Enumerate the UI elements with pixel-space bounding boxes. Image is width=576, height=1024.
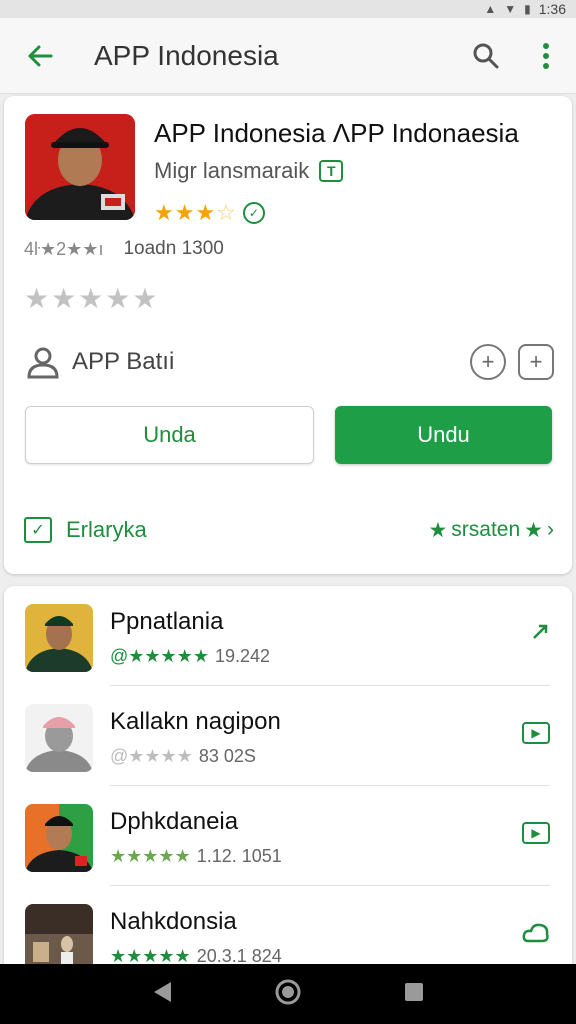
check-icon[interactable] [530,622,550,648]
install-button[interactable]: Undu [335,406,552,464]
cloud-icon[interactable] [522,922,550,950]
list-item-count: 1.12. 1051 [196,846,282,866]
battery-icon: ▮ [524,2,531,16]
eco-icon: ✓ [242,202,265,224]
developer-line: Migr lansmaraik T [154,158,344,184]
search-icon[interactable] [456,18,516,94]
developer-name[interactable]: Migr lansmaraik [154,158,309,184]
footer-right[interactable]: ★ srsaten ★ › [428,518,554,543]
page-title: APP Indonesia [94,39,279,71]
home-nav-icon[interactable] [274,978,302,1011]
check-box-icon: ✓ [24,517,52,543]
rating-stars: ★★★☆ [154,200,237,225]
footer-left-label: Erlaryka [66,517,147,542]
badge-label: APP Batıi [72,348,175,375]
signal-icon: ▲ [484,2,497,16]
list-item[interactable]: Ppnatlania @★★★★★ 19.242 [4,586,572,686]
developer-tag-icon: T [319,160,344,182]
add-circle-icon[interactable]: + [470,344,506,380]
list-item-meta: @★★★★★ 19.242 [110,646,270,667]
recents-nav-icon[interactable] [403,981,425,1008]
list-item-name: Ppnatlania [110,608,224,635]
list-item-stars: @★★★★★ [110,646,209,666]
back-arrow-icon[interactable] [0,18,80,94]
list-item[interactable]: Nahkdonsia ★★★★★ 20.3.1 824 [4,886,572,976]
footer-right-label: srsaten [451,518,521,541]
list-item-stars: @★★★★ [110,746,193,766]
wifi-icon: ▼ [504,2,517,16]
add-box-icon[interactable]: + [518,344,554,380]
list-item-count: 83 02S [198,746,256,766]
list-item-name: Dphkdaneia [110,808,239,835]
list-item-stars: ★★★★★ [110,846,191,866]
app-icon [25,114,135,220]
list-item-meta: ★★★★★ 1.12. 1051 [110,846,282,867]
related-apps-list: Ppnatlania @★★★★★ 19.242 Kallakn nagipon… [4,586,572,976]
person-icon [24,343,62,381]
star-icon: ★ [524,518,543,542]
status-bar: ▲ ▼ ▮ 1:36 [0,0,576,18]
app-bar: APP Indonesia [0,18,576,94]
rating-row: ★★★☆ ✓ [154,200,265,226]
video-box-icon[interactable]: ▶ [522,822,550,844]
app-thumbnail [25,904,93,972]
app-title: APP Indonesia ΛPP Indonaesia [154,118,519,148]
meta-left: 4ŀ★2★★ı [24,238,104,259]
app-detail-card: APP Indonesia ΛPP Indonaesia Migr lansma… [4,96,572,574]
system-nav-bar [0,964,576,1024]
meta-row: 4ŀ★2★★ı 1oadn 1300 [24,238,224,260]
secondary-button[interactable]: Unda [25,406,314,464]
more-vert-icon[interactable] [516,18,576,94]
back-nav-icon[interactable] [151,980,173,1009]
meta-downloads: 1oadn 1300 [123,238,224,259]
chevron-right-icon: › [547,518,554,541]
video-box-icon[interactable]: ▶ [522,722,550,744]
list-item-count: 19.242 [214,646,271,666]
list-item-meta: @★★★★ 83 02S [110,746,256,767]
star-icon: ★ [428,518,448,542]
list-item-name: Kallakn nagipon [110,708,281,735]
list-item[interactable]: Dphkdaneia ★★★★★ 1.12. 1051 ▶ [4,786,572,886]
status-time: 1:36 [538,1,566,17]
rate-stars[interactable]: ★★★★★ [24,282,160,315]
app-thumbnail [25,704,93,772]
app-thumbnail [25,604,93,672]
card-footer[interactable]: ✓ Erlaryka ★ srsaten ★ › [24,510,554,550]
list-item-name: Nahkdonsia [110,908,237,935]
app-thumbnail [25,804,93,872]
badge-row: APP Batıi + + [24,340,554,384]
list-item[interactable]: Kallakn nagipon @★★★★ 83 02S ▶ [4,686,572,786]
